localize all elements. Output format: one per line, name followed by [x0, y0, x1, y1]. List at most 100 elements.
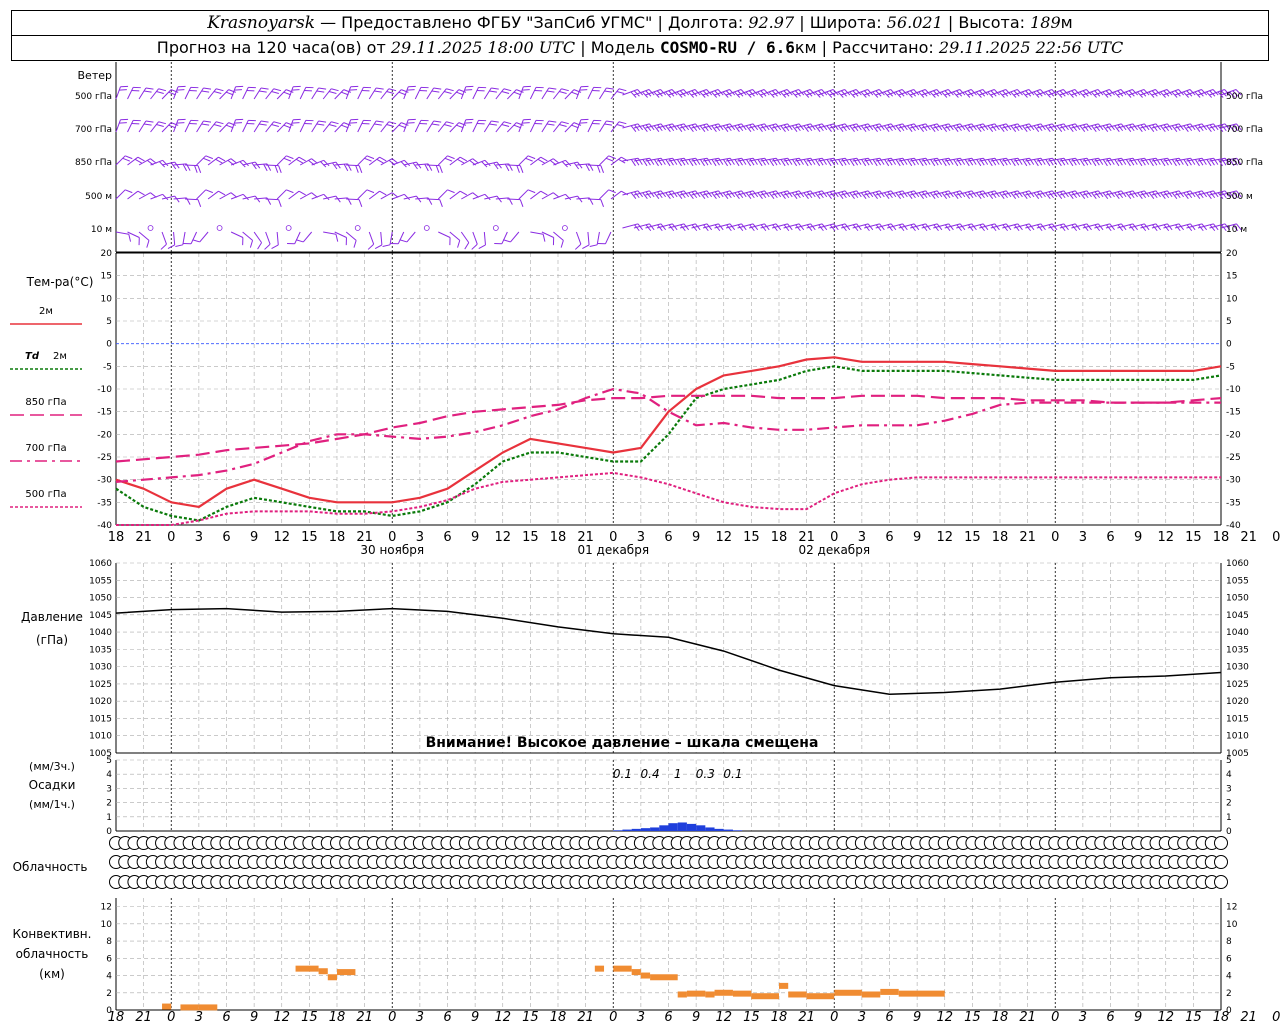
wind-barb: [472, 86, 487, 100]
wind-barb-staff: [207, 121, 217, 133]
wind-barb-flag: [856, 157, 862, 165]
wind-barb-flag: [1163, 158, 1169, 166]
wind-barb-flag: [167, 244, 175, 249]
wind-barb-flag: [941, 159, 947, 167]
wind-barb-flag: [876, 158, 882, 166]
wind-barb-flag: [120, 85, 129, 88]
wind-barb-flag: [449, 237, 451, 246]
wind-barb-flag: [1178, 157, 1184, 165]
conv-ytick-left: 6: [106, 954, 112, 964]
wind-barb: [668, 190, 690, 199]
temp-xtick-label: 18: [992, 530, 1009, 545]
wind-barb-staff: [253, 87, 262, 100]
temp-ytick-left: 10: [101, 294, 113, 304]
wind-barb-staff: [196, 155, 207, 166]
wind-barb-staff: [587, 231, 590, 245]
wind-barb-staff: [219, 122, 229, 133]
wind-barb: [748, 190, 770, 199]
wind-barb: [265, 198, 282, 208]
prec-ytick-right: 3: [1226, 784, 1232, 794]
wind-barb-staff: [564, 122, 575, 133]
wind-barb: [1059, 190, 1081, 199]
pres-ytick-left: 1050: [89, 594, 112, 604]
wind-barb: [852, 123, 874, 132]
wind-barb: [1059, 223, 1081, 232]
wind-barb: [967, 223, 989, 232]
precip-bar: [714, 828, 724, 831]
wind-barb-staff: [518, 155, 529, 166]
wind-barb-staff: [311, 193, 324, 200]
wind-barb-flag: [596, 165, 601, 173]
wind-barb-flag: [1155, 157, 1161, 165]
wind-barb: [230, 85, 244, 100]
wind-barb: [633, 223, 655, 232]
conv-ytick-left: 8: [106, 937, 112, 947]
prec-ytick-left: 1: [106, 813, 112, 823]
wind-barb-flag: [146, 240, 150, 248]
temp-ytick-left: -30: [97, 476, 112, 486]
conv-title-1: Конвективн.: [13, 927, 92, 941]
wind-barb: [1197, 223, 1219, 232]
wind-barb: [656, 223, 678, 232]
temp-ytick-left: -35: [97, 498, 112, 508]
wind-barb-flag: [519, 165, 524, 174]
wind-barb-staff: [207, 190, 219, 200]
wind-barb-staff: [518, 86, 524, 100]
wind-barb: [841, 190, 862, 199]
conv-xtick-label: 9: [913, 1010, 921, 1024]
wind-barb: [818, 190, 839, 199]
prec-ytick-left: 3: [106, 784, 112, 794]
wind-barb-staff: [575, 231, 582, 245]
wind-barb-flag: [1025, 158, 1031, 166]
wind-calm-circle: [562, 225, 568, 231]
wind-barb: [794, 223, 816, 232]
convective-segment: [880, 988, 899, 995]
wind-barb-flag: [1002, 158, 1008, 166]
wind-barb-flag: [582, 244, 590, 249]
wind-barb-flag: [630, 159, 636, 167]
wind-barb-staff: [265, 231, 271, 245]
wind-barb-flag: [891, 157, 897, 165]
wind-barb-staff: [345, 231, 357, 241]
wind-barb: [1048, 223, 1069, 232]
wind-barb-staff: [115, 189, 126, 200]
wind-barb: [173, 85, 186, 100]
wind-barb-flag: [792, 159, 798, 167]
wind-barb-staff: [575, 86, 582, 100]
wind-barb-flag: [1022, 159, 1028, 167]
wind-barb-flag: [1132, 157, 1138, 165]
wind-level-right: 500 гПа: [1226, 92, 1263, 102]
pres-ytick-right: 1055: [1226, 576, 1249, 586]
convective-segment: [705, 991, 715, 998]
wind-barb-staff: [276, 189, 287, 200]
wind-barb-flag: [826, 159, 832, 167]
wind-barb: [1163, 190, 1185, 199]
wind-barb: [979, 223, 1000, 232]
wind-barb-flag: [807, 158, 813, 166]
wind-barb-flag: [542, 234, 546, 242]
wind-barb: [956, 223, 977, 232]
wind-barb-flag: [379, 190, 387, 196]
wind-barb-flag: [366, 189, 375, 194]
precip-3h-label: 1: [674, 767, 682, 781]
wind-barb: [783, 89, 805, 98]
wind-barb: [1036, 89, 1058, 98]
wind-barb: [1117, 89, 1139, 98]
wind-barb-flag: [1114, 159, 1120, 167]
wind-barb-flag: [810, 157, 816, 165]
wind-barb-flag: [464, 242, 470, 250]
wind-barb-flag: [772, 158, 778, 166]
wind-barb-flag: [318, 87, 327, 90]
wind-barb: [138, 120, 154, 133]
prec-ytick-left: 0: [106, 827, 112, 837]
wind-barb-flag: [408, 85, 416, 88]
wind-barb: [691, 123, 713, 132]
wind-barb: [875, 190, 897, 199]
wind-barb-flag: [1068, 159, 1074, 167]
convective-segment: [806, 993, 835, 1000]
wind-barb-staff: [219, 89, 229, 100]
wind-barb-staff: [150, 88, 159, 100]
conv-xtick-label: 18: [771, 1010, 788, 1024]
wind-barb-staff: [576, 197, 590, 200]
convective-segment: [650, 974, 678, 981]
